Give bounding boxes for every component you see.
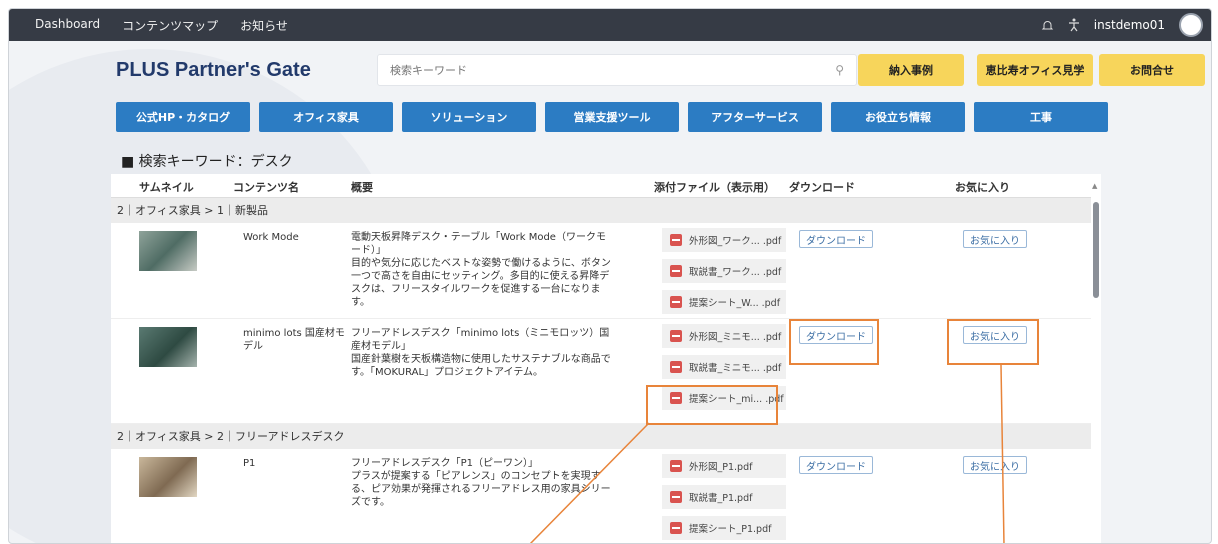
annotation-arrows xyxy=(529,364,1005,543)
app-window: Dashboard コンテンツマップ お知らせ instdemo01 PLUS … xyxy=(8,8,1212,544)
